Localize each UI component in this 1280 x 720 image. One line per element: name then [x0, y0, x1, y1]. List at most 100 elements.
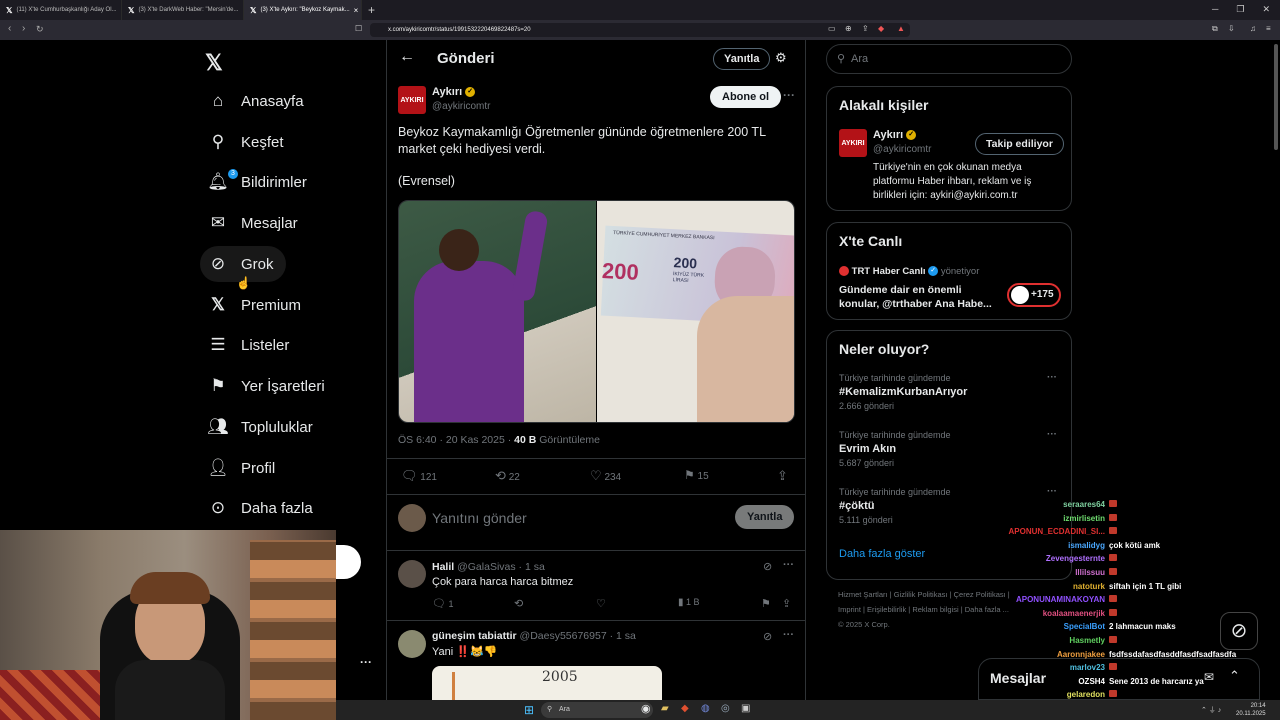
grok-icon[interactable]: ⊘ [763, 560, 772, 573]
bookmark-action[interactable]: ⚑ 15 [684, 468, 709, 482]
close-window-icon[interactable]: ✕ [1262, 4, 1270, 15]
sidebar-item-lists[interactable]: ☰ Listeler [200, 327, 301, 363]
more-icon[interactable]: ··· [360, 655, 372, 669]
reply-avatar[interactable] [398, 560, 426, 588]
clock[interactable]: 20:14 20.11.2025 [1236, 702, 1266, 718]
brave-shield-icon[interactable]: ◆ [878, 24, 884, 33]
bookmark-icon[interactable]: ⚑ [761, 597, 771, 610]
views-action[interactable]: ▮ 1 B [678, 597, 700, 608]
reload-icon[interactable]: ↻ [36, 24, 44, 35]
live-host[interactable]: TRT Haber Canlı ✓ yönetiyor [839, 266, 979, 277]
user-avatar[interactable] [398, 504, 426, 532]
more-icon[interactable]: ··· [783, 629, 794, 641]
sidebar-item-explore[interactable]: ⚲ Keşfet [200, 124, 296, 160]
windows-start-icon[interactable]: ⊞ [524, 703, 534, 717]
like-action[interactable]: ♡ 234 [590, 468, 621, 484]
share-icon[interactable]: ⇪ [862, 24, 869, 33]
following-button[interactable]: Takip ediliyor [975, 133, 1064, 155]
rewards-icon[interactable]: ▲ [897, 24, 905, 33]
reply-input[interactable]: Yanıtını gönder [432, 510, 527, 526]
more-icon[interactable]: ··· [783, 88, 795, 102]
related-name[interactable]: Aykırı ✓ [873, 129, 917, 141]
forward-icon[interactable]: › [22, 23, 25, 34]
zoom-icon[interactable]: ⊕ [845, 24, 852, 33]
cast-icon[interactable]: ▭ [828, 24, 836, 33]
trend-item[interactable]: Türkiye tarihinde gündemde #çöktü 5.111 … [839, 487, 951, 525]
footer-link[interactable]: Erişilebilirlik [867, 605, 906, 614]
tray-icons[interactable]: ⌃ ⏚ ♪ [1201, 705, 1221, 715]
brave-icon[interactable]: ◆ [681, 703, 689, 714]
back-icon[interactable]: ‹ [8, 23, 11, 34]
sidebar-item-notifications[interactable]: 🔔︎ 3 Bildirimler [200, 164, 319, 200]
media-icon[interactable]: ♫ [1250, 24, 1256, 33]
more-icon[interactable]: ··· [1047, 372, 1057, 383]
share-icon[interactable]: ⇪ [777, 468, 788, 484]
show-more-link[interactable]: Daha fazla göster [839, 548, 925, 560]
search-input[interactable]: ⚲ Ara [826, 44, 1072, 74]
share-icon[interactable]: ⇪ [782, 597, 791, 610]
repost-icon[interactable]: ⟲ [514, 597, 523, 610]
footer-link[interactable]: Reklam bilgisi [912, 605, 958, 614]
bookmark-page-icon[interactable]: ☐ [355, 24, 362, 33]
browser-tab[interactable]: 𝕏(3) X'te DarkWeb Haber: "Mersin'de...× [122, 0, 244, 20]
post-image[interactable]: TÜRKİYE CUMHURİYET MERKEZ BANKASI 200 İK… [398, 200, 795, 423]
app-icon[interactable]: ▣ [741, 703, 750, 714]
sidebar-item-communities[interactable]: 👥︎ Topluluklar [200, 409, 325, 445]
reply-action[interactable]: 🗨︎ 121 [401, 468, 437, 484]
author-handle[interactable]: @aykiricomtr [432, 101, 491, 112]
subscribe-button[interactable]: Abone ol [710, 86, 782, 108]
reply-header-button[interactable]: Yanıtla [713, 48, 771, 70]
author-avatar[interactable]: AYKIRI [398, 86, 426, 114]
grok-icon[interactable]: ⊘ [763, 630, 772, 643]
settings-sliders-icon[interactable]: ⚙ [775, 50, 787, 66]
browser-tab-active[interactable]: 𝕏 (3) X'te Aykırı: "Beykoz Kaymak... × [244, 0, 362, 20]
live-text[interactable]: Gündeme dair en önemli konular, @trthabe… [839, 283, 999, 311]
footer-link[interactable]: Imprint [838, 605, 861, 614]
close-icon[interactable]: × [354, 6, 359, 15]
more-icon[interactable]: ··· [1047, 429, 1057, 440]
sidebar-item-messages[interactable]: ✉ Mesajlar [200, 205, 310, 241]
footer-link[interactable]: Hizmet Şartları [838, 590, 888, 599]
author-name[interactable]: Aykırı ✓ [432, 86, 476, 98]
live-listener-count[interactable]: +175 [1007, 283, 1061, 307]
reply-action[interactable]: 🗨︎ 1 [432, 597, 454, 610]
browser-tab[interactable]: 𝕏(11) X'te Cumhurbaşkanlığı Aday Ol...× [0, 0, 122, 20]
folder-icon[interactable]: ▰ [661, 703, 669, 714]
new-tab-button[interactable]: + [362, 3, 381, 17]
taskbar-search[interactable]: ⚲ Ara [541, 702, 653, 718]
related-handle[interactable]: @aykiricomtr [873, 144, 932, 155]
back-arrow-icon[interactable]: ← [399, 48, 415, 66]
sidebar-item-profile[interactable]: 👤︎ Profil [200, 450, 287, 486]
trend-item[interactable]: Türkiye tarihinde gündemde Evrim Akın 5.… [839, 430, 951, 468]
trend-item[interactable]: Türkiye tarihinde gündemde #KemalizmKurb… [839, 373, 967, 411]
reply-author[interactable]: güneşim tabiattir [432, 630, 517, 642]
more-icon[interactable]: ··· [783, 559, 794, 571]
x-logo-icon[interactable]: 𝕏 [205, 50, 223, 76]
reply-author[interactable]: Halil [432, 561, 454, 573]
footer-link[interactable]: Gizlilik Politikası [894, 590, 948, 599]
sidebar-item-bookmarks[interactable]: ⚑ Yer İşaretleri [200, 368, 337, 404]
copilot-icon[interactable]: ◉ [641, 702, 651, 715]
sidebar-item-more[interactable]: ⊙ Daha fazla [200, 490, 325, 526]
reply-handle[interactable]: @GalaSivas [457, 561, 516, 573]
sidebar-item-premium[interactable]: 𝕏 Premium [200, 287, 313, 323]
discord-icon[interactable]: ◍ [701, 703, 710, 714]
related-avatar[interactable]: AYKIRI [839, 129, 867, 157]
menu-icon[interactable]: ≡ [1266, 24, 1271, 33]
reply-icon: 🗨︎ [432, 598, 446, 610]
sidebar-item-home[interactable]: ⌂ Anasayfa [200, 83, 316, 119]
post-button[interactable] [335, 545, 361, 579]
reply-handle[interactable]: @Daesy55676957 [520, 630, 607, 642]
scrollbar-thumb[interactable] [1274, 44, 1278, 150]
reply-submit-button[interactable]: Yanıtla [735, 505, 795, 529]
minimize-icon[interactable]: ─ [1212, 4, 1218, 15]
reply-image[interactable]: 2005 [432, 666, 662, 700]
repost-action[interactable]: ⟲ 22 [495, 468, 520, 484]
download-icon[interactable]: ⇩ [1228, 24, 1235, 33]
extensions-icon[interactable]: ⧉ [1212, 24, 1218, 34]
steam-icon[interactable]: ◎ [721, 703, 730, 714]
reply-avatar[interactable] [398, 630, 426, 658]
heart-icon[interactable]: ♡ [596, 597, 606, 610]
maximize-icon[interactable]: ❐ [1236, 4, 1244, 15]
more-icon[interactable]: ··· [1047, 486, 1057, 497]
